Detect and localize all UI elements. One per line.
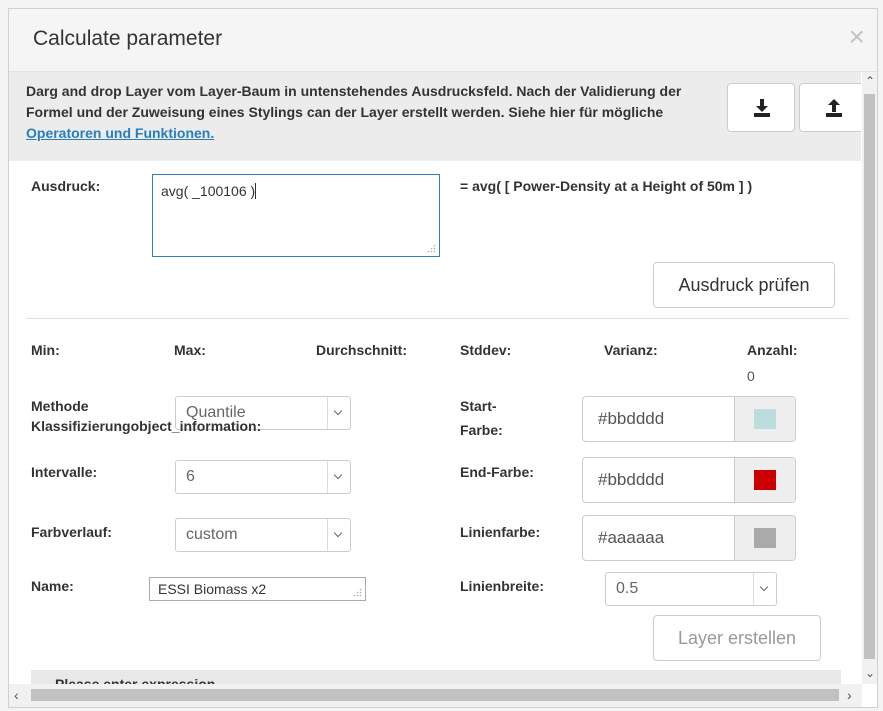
section-divider — [26, 318, 849, 319]
min-label: Min: — [31, 342, 60, 358]
line-width-select[interactable]: 0.5 — [605, 572, 777, 606]
expression-label: Ausdruck: — [31, 178, 101, 194]
line-width-label: Linienbreite: — [460, 578, 545, 594]
vertical-scrollbar[interactable]: ⌃ ⌄ — [862, 72, 877, 684]
start-color-label: Start- — [460, 398, 497, 414]
layer-name-input[interactable]: ESSI Biomass x2 — [149, 577, 366, 601]
expression-input[interactable]: avg( _100106 ) — [152, 174, 440, 257]
text-cursor — [255, 183, 257, 199]
method-label-overlap: Klassifizierungobject_information: — [31, 418, 262, 434]
check-expression-button[interactable]: Ausdruck prüfen — [653, 262, 835, 308]
chevron-down-icon — [327, 519, 350, 551]
download-button[interactable] — [727, 83, 795, 132]
expression-value: avg( _100106 ) — [161, 183, 256, 199]
count-label: Anzahl: — [747, 342, 798, 358]
horizontal-scrollbar[interactable]: ‹ › — [9, 684, 862, 707]
end-color-picker[interactable] — [734, 458, 795, 502]
gradient-select[interactable]: custom — [175, 518, 351, 552]
stddev-label: Stddev: — [460, 342, 512, 358]
end-color-label: End-Farbe: — [460, 464, 534, 480]
layer-name-value: ESSI Biomass x2 — [158, 581, 267, 597]
end-color-value: #bbdddd — [598, 470, 665, 489]
status-bar: Please enter expression — [31, 670, 841, 684]
info-text: Darg and drop Layer vom Layer-Baum in un… — [26, 81, 716, 144]
dialog-content: Darg and drop Layer vom Layer-Baum in un… — [9, 72, 861, 684]
max-label: Max: — [174, 342, 206, 358]
close-icon[interactable]: × — [849, 23, 865, 51]
name-label: Name: — [31, 578, 74, 594]
info-panel: Darg and drop Layer vom Layer-Baum in un… — [9, 72, 861, 161]
upload-icon — [826, 99, 842, 117]
end-color-swatch — [754, 470, 776, 490]
scroll-down-icon[interactable]: ⌄ — [865, 666, 875, 680]
end-color-input[interactable]: #bbdddd — [582, 457, 796, 503]
chevron-down-icon — [327, 397, 350, 429]
scroll-right-icon[interactable]: › — [847, 687, 852, 703]
line-color-label: Linienfarbe: — [460, 524, 541, 540]
resize-grip-icon[interactable] — [427, 244, 436, 253]
line-width-value: 0.5 — [616, 580, 639, 597]
start-color-picker[interactable] — [734, 397, 795, 441]
operators-functions-link[interactable]: Operatoren und Funktionen. — [26, 125, 214, 141]
start-color-input[interactable]: #bbdddd — [582, 396, 796, 442]
intervals-value: 6 — [186, 468, 195, 485]
gradient-value: custom — [186, 526, 238, 543]
intervals-select[interactable]: 6 — [175, 460, 351, 494]
dialog-header: Calculate parameter × — [9, 9, 877, 72]
start-color-value: #bbdddd — [598, 409, 665, 428]
intervals-label: Intervalle: — [31, 464, 98, 480]
chevron-down-icon — [753, 573, 776, 605]
scroll-up-icon[interactable]: ⌃ — [865, 74, 875, 88]
calculate-parameter-dialog: Calculate parameter × Darg and drop Laye… — [8, 8, 878, 708]
resolved-expression: = avg( [ Power-Density at a Height of 50… — [460, 178, 753, 194]
start-color-swatch — [754, 409, 776, 429]
status-message: Please enter expression — [55, 676, 216, 684]
count-value: 0 — [747, 368, 755, 384]
vertical-scroll-thumb[interactable] — [864, 94, 875, 659]
chevron-down-icon — [327, 461, 350, 493]
line-color-value: #aaaaaa — [598, 528, 665, 547]
line-color-picker[interactable] — [734, 516, 795, 560]
dialog-title: Calculate parameter — [33, 27, 223, 50]
variance-label: Varianz: — [604, 342, 658, 358]
resize-grip-icon[interactable] — [353, 588, 362, 597]
start-color-label-2: Farbe: — [460, 422, 503, 438]
download-icon — [754, 99, 770, 117]
method-label: Methode — [31, 398, 89, 414]
horizontal-scroll-thumb[interactable] — [31, 689, 839, 701]
info-description: Darg and drop Layer vom Layer-Baum in un… — [26, 83, 682, 120]
mean-label: Durchschnitt: — [316, 342, 407, 358]
scroll-left-icon[interactable]: ‹ — [14, 687, 19, 703]
line-color-swatch — [754, 528, 776, 548]
gradient-label: Farbverlauf: — [31, 524, 112, 540]
create-layer-button[interactable]: Layer erstellen — [653, 615, 821, 661]
upload-button[interactable] — [799, 83, 861, 132]
line-color-input[interactable]: #aaaaaa — [582, 515, 796, 561]
